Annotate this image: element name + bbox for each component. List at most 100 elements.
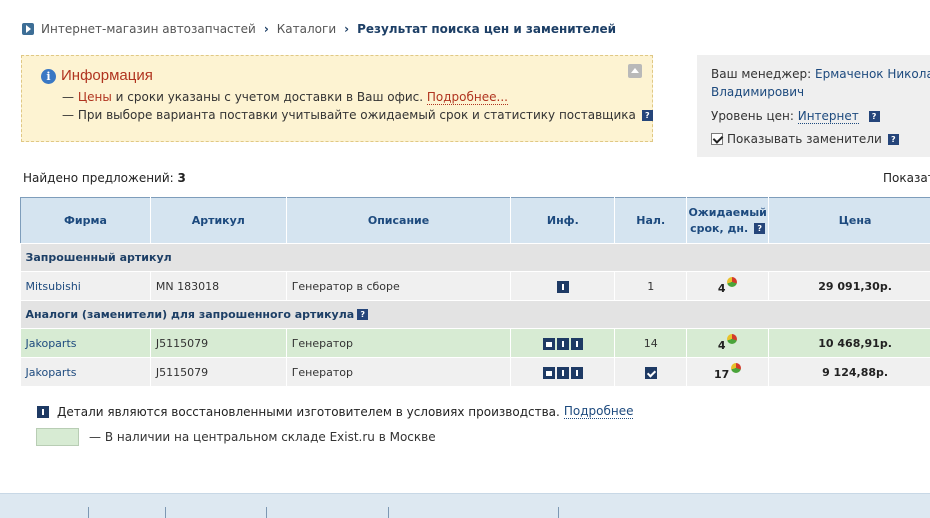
offers-count-label: Найдено предложений: [23,171,174,185]
cell-description: Генератор [286,357,512,387]
supplier-stats-icon[interactable] [727,334,738,344]
offers-count-value: 3 [177,171,186,185]
term-value: 4 [717,339,726,352]
collapse-icon[interactable] [628,64,642,78]
header-term-line2: срок, дн. [690,222,749,235]
cell-availability: 14 [614,328,688,358]
footer-separator [388,507,389,518]
cell-price[interactable]: 10 468,91р. [768,328,930,358]
cell-brand[interactable]: Mitsubishi [20,271,151,301]
info-icon: i [41,69,56,84]
section-analogs: Аналоги (заменители) для запрошенного ар… [20,300,930,329]
help-icon[interactable]: ? [887,133,899,145]
breadcrumb-item-current: Результат поиска цен и заменителей [357,22,617,36]
show-substitutes-line: Показывать заменители ? [711,132,899,146]
price-level-line: Уровень цен: Интернет ? [711,109,880,124]
cell-brand[interactable]: Jakoparts [20,357,151,387]
cell-price[interactable]: 9 124,88р. [768,357,930,387]
header-info[interactable]: Инф. [510,197,616,244]
cell-term: 17 [686,357,770,387]
info-line1-text: и сроки указаны с учетом доставки в Ваш … [111,90,427,104]
header-article[interactable]: Артикул [149,197,287,244]
legend-stock: — В наличии на центральном складе Exist.… [36,428,436,446]
price-level-value[interactable]: Интернет [797,109,859,124]
cell-brand[interactable]: Jakoparts [20,328,151,358]
breadcrumb: Интернет-магазин автозапчастей › Каталог… [22,22,616,36]
section-requested: Запрошенный артикул [20,243,930,272]
header-price[interactable]: Цена [768,197,930,244]
in-stock-check-icon [644,366,657,379]
cell-availability: 1 [614,271,688,301]
show-substitutes-checkbox[interactable] [711,133,723,145]
term-value: 17 [714,368,730,381]
restored-icon[interactable] [570,337,583,350]
show-substitutes-label[interactable]: Показывать заменители [727,132,882,146]
info-line2-text: — При выборе варианта поставки учитывайт… [62,108,636,122]
legend-more-link[interactable]: Подробнее [563,404,634,419]
info-dash: — [62,90,78,104]
manager-name-second[interactable]: Владимирович [711,85,804,99]
manager-panel: Ваш менеджер: Ермаченок Николай Владимир… [697,55,930,157]
stock-color-swatch [36,428,79,446]
info-doc-icon[interactable] [556,337,569,350]
photo-icon[interactable] [542,366,555,379]
help-icon[interactable]: ? [357,309,369,320]
info-doc-icon[interactable] [556,280,569,293]
cell-info [510,328,616,358]
cell-description: Генератор [286,328,512,358]
cell-article: MN 183018 [150,271,287,301]
footer-separator [165,507,166,518]
footer-separator [558,507,559,518]
header-brand[interactable]: Фирма [20,197,151,244]
cell-term: 4 [686,328,770,358]
footer-bar [0,493,930,518]
header-description[interactable]: Описание [285,197,512,244]
manager-line: Ваш менеджер: Ермаченок Николай [711,67,930,81]
legend-restored: Детали являются восстановленными изготов… [36,404,634,419]
table-row[interactable]: Jakoparts J5115079 Генератор 14 4 10 468… [20,328,930,358]
help-icon[interactable]: ? [754,223,766,234]
table-row[interactable]: Jakoparts J5115079 Генератор 17 9 124,88… [20,357,930,387]
info-line-choice: — При выборе варианта поставки учитывайт… [62,108,653,122]
help-icon[interactable]: ? [641,110,653,121]
show-label[interactable]: Показат [883,171,930,185]
legend-stock-text: — В наличии на центральном складе Exist.… [89,430,436,444]
restored-icon[interactable] [570,366,583,379]
info-line-prices: — Цены и сроки указаны с учетом доставки… [62,90,508,105]
breadcrumb-item-catalogs[interactable]: Каталоги [277,22,336,36]
info-more-link[interactable]: Подробнее... [426,90,508,105]
cell-description: Генератор в сборе [286,271,512,301]
section-analogs-cell: Аналоги (заменители) для запрошенного ар… [20,300,930,329]
results-table: Фирма Артикул Описание Инф. Нал. Ожидаем… [20,197,930,387]
breadcrumb-separator: › [344,22,350,36]
cell-price[interactable]: 29 091,30р. [768,271,930,301]
term-value: 4 [717,282,726,295]
manager-name-first[interactable]: Ермаченок Николай [815,67,930,81]
cell-article: J5115079 [150,328,287,358]
supplier-stats-icon[interactable] [727,277,738,287]
cell-info [510,271,616,301]
info-prices-word: Цены [77,90,112,104]
table-row[interactable]: Mitsubishi MN 183018 Генератор в сборе 1… [20,271,930,301]
info-title: Информация [61,67,153,84]
photo-icon[interactable] [542,337,555,350]
breadcrumb-home-icon[interactable] [22,23,34,35]
legend-restored-text: Детали являются восстановленными изготов… [57,404,560,419]
table-header-row: Фирма Артикул Описание Инф. Нал. Ожидаем… [20,197,930,244]
help-icon[interactable]: ? [868,111,880,122]
section-analogs-label: Аналоги (заменители) для запрошенного ар… [25,308,355,321]
cell-article: J5115079 [150,357,287,387]
breadcrumb-item-shop[interactable]: Интернет-магазин автозапчастей [41,22,256,36]
header-term-line1: Ожидаемый [688,206,767,219]
info-doc-icon[interactable] [556,366,569,379]
restored-icon [37,405,49,418]
price-level-label: Уровень цен: [711,109,794,123]
supplier-stats-icon[interactable] [731,363,742,373]
header-term-line2-wrap: срок, дн.? [687,222,768,235]
footer-separator [88,507,89,518]
cell-availability [614,357,688,387]
header-availability[interactable]: Нал. [614,197,688,244]
header-term[interactable]: Ожидаемый срок, дн.? [686,197,770,244]
manager-line-2: Владимирович [711,85,804,99]
cell-info [510,357,616,387]
